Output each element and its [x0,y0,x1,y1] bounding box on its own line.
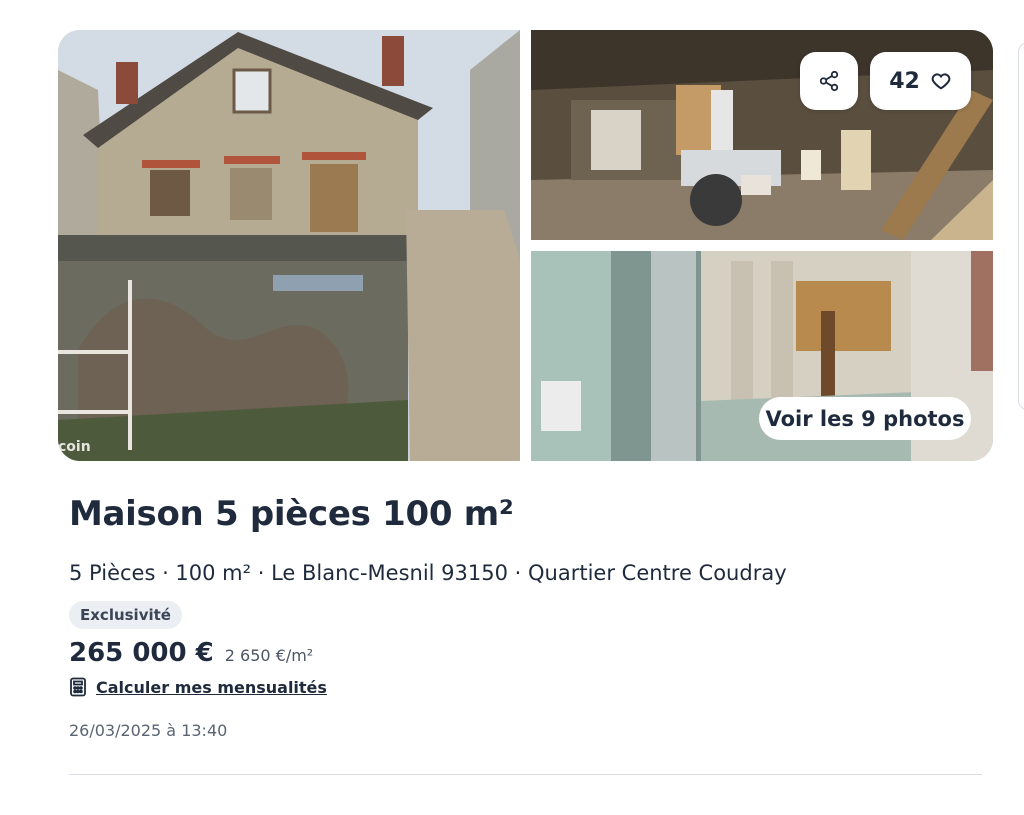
heart-outline-icon [930,70,952,92]
divider [69,774,982,775]
price: 265 000 € [69,638,214,668]
next-card-edge [1018,42,1024,410]
share-icon [818,70,840,92]
listing-page: coin 42 Voir les 9 photos Maison 5 pièce… [0,0,1024,815]
exclusivity-badge: Exclusivité [69,601,182,629]
listing-subtitle: 5 Pièces · 100 m² · Le Blanc-Mesnil 9315… [69,561,787,585]
calculator-link-label[interactable]: Calculer mes mensualités [96,678,327,697]
share-button[interactable] [800,52,858,110]
main-photo[interactable]: coin [58,30,520,461]
mortgage-calculator-link[interactable]: Calculer mes mensualités [69,677,327,697]
photo-gallery[interactable]: coin 42 Voir les 9 photos [58,30,993,461]
calculator-icon [69,677,87,697]
price-row: 265 000 € 2 650 €/m² [69,638,313,668]
posted-date: 26/03/2025 à 13:40 [69,721,228,740]
listing-title: Maison 5 pièces 100 m² [69,494,514,534]
favorite-button[interactable]: 42 [870,52,971,110]
price-per-sqm: 2 650 €/m² [224,646,314,665]
watermark-text: coin [58,439,91,455]
favorite-count: 42 [889,68,920,94]
view-all-photos-button[interactable]: Voir les 9 photos [759,397,971,440]
